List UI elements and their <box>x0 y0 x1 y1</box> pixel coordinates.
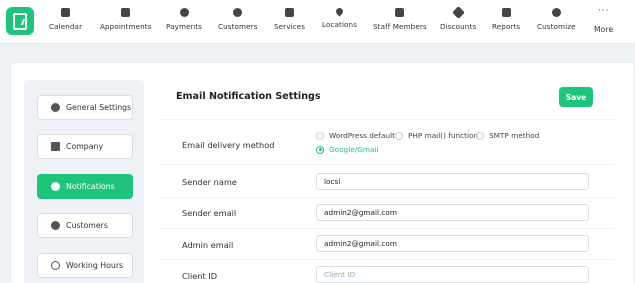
building-icon <box>51 142 60 151</box>
page-title: Email Notification Settings <box>176 91 321 102</box>
radio-wordpress-default[interactable]: WordPress default <box>316 131 395 140</box>
radio-circle-selected <box>316 145 324 154</box>
radio-php-mail[interactable]: PHP mail() function <box>395 131 478 140</box>
title-divider <box>160 119 615 120</box>
nav-label: Customize <box>537 22 576 31</box>
nav-label: Staff Members <box>373 22 427 31</box>
ellipsis-icon: ··· <box>597 6 610 16</box>
nav-services[interactable]: Services <box>274 8 305 31</box>
nav-label: Locations <box>322 20 358 29</box>
nav-locations[interactable]: Locations <box>322 6 358 29</box>
nav-reports[interactable]: Reports <box>492 8 520 31</box>
customers-icon <box>233 8 243 17</box>
radio-google-gmail[interactable]: Google/Gmail <box>316 145 378 154</box>
sidebar-item-label: Company <box>66 142 104 151</box>
palette-icon <box>551 8 561 17</box>
admin-email-input[interactable] <box>316 235 589 252</box>
nav-label: Services <box>274 22 306 31</box>
radio-label: PHP mail() function <box>408 131 479 140</box>
row-divider <box>160 197 615 198</box>
sidebar-item-label: Notifications <box>66 182 115 191</box>
customers-icon <box>51 221 60 230</box>
sender-name-label: Sender name <box>182 177 237 187</box>
app-logo[interactable] <box>6 7 34 35</box>
nav-calendar[interactable]: Calendar <box>49 8 82 31</box>
sidebar-item-notifications[interactable]: Notifications <box>37 174 133 199</box>
delivery-method-label: Email delivery method <box>182 140 275 150</box>
sender-email-label: Sender email <box>182 208 237 218</box>
nav-label: Appointments <box>100 22 152 31</box>
save-button[interactable]: Save <box>559 87 593 107</box>
radio-label: WordPress default <box>329 131 395 140</box>
staff-icon <box>395 8 405 17</box>
row-divider <box>160 259 615 260</box>
sidebar-item-company[interactable]: Company <box>37 134 133 159</box>
nav-customize[interactable]: Customize <box>537 8 576 31</box>
radio-smtp-method[interactable]: SMTP method <box>476 131 539 140</box>
radio-circle <box>395 131 403 140</box>
row-divider <box>160 228 615 229</box>
sidebar-item-label: General Settings <box>66 103 132 112</box>
radio-circle <box>476 131 484 140</box>
nav-label: Discounts <box>440 22 477 31</box>
client-id-label: Client ID <box>182 271 218 281</box>
reports-icon <box>501 8 511 17</box>
nav-label: Payments <box>166 22 203 31</box>
payments-icon <box>179 8 189 17</box>
nav-payments[interactable]: Payments <box>166 8 202 31</box>
sidebar-item-label: Customers <box>66 221 108 230</box>
radio-circle <box>316 131 324 140</box>
row-divider <box>160 164 615 165</box>
logo-icon <box>13 12 27 30</box>
services-icon <box>285 8 295 17</box>
admin-email-label: Admin email <box>182 240 234 250</box>
gear-icon <box>51 103 60 112</box>
location-pin-icon <box>334 6 345 17</box>
sidebar-item-customers[interactable]: Customers <box>37 213 133 238</box>
clock-icon <box>51 261 60 270</box>
bell-icon <box>51 182 60 191</box>
client-id-input[interactable] <box>316 266 589 283</box>
sender-email-input[interactable] <box>316 204 589 221</box>
nav-label: Calendar <box>49 22 83 31</box>
tag-icon <box>451 6 465 19</box>
radio-label: SMTP method <box>489 131 540 140</box>
sidebar-item-label: Working Hours <box>66 261 124 270</box>
radio-label: Google/Gmail <box>329 145 379 154</box>
nav-label: Reports <box>492 22 521 31</box>
sidebar-item-working-hours[interactable]: Working Hours <box>37 253 133 278</box>
appointments-icon <box>121 8 131 17</box>
nav-label: More <box>594 25 614 34</box>
nav-appointments[interactable]: Appointments <box>100 8 152 31</box>
top-navigation: Calendar Appointments Payments Customers… <box>0 0 635 44</box>
nav-discounts[interactable]: Discounts <box>440 6 477 31</box>
nav-staff-members[interactable]: Staff Members <box>373 8 427 31</box>
nav-more[interactable]: ··· More <box>594 6 614 35</box>
calendar-icon <box>61 8 71 17</box>
nav-customers[interactable]: Customers <box>218 8 258 31</box>
sender-name-input[interactable] <box>316 173 589 190</box>
sidebar-item-general-settings[interactable]: General Settings <box>37 95 133 120</box>
nav-label: Customers <box>218 22 258 31</box>
